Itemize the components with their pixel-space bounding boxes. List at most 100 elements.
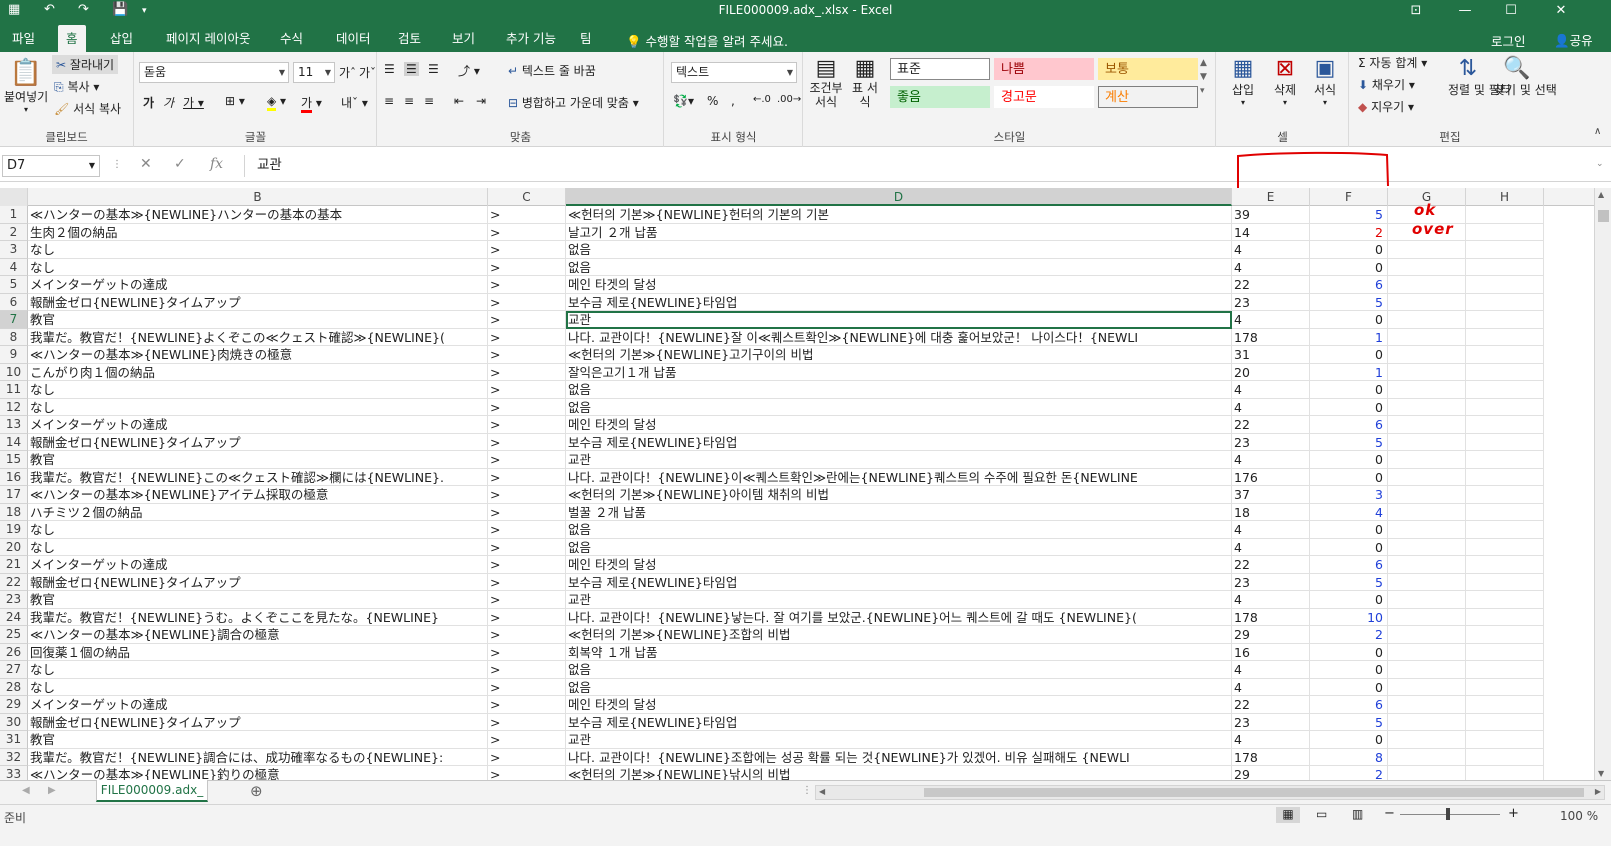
cell-g[interactable]	[1388, 328, 1466, 346]
cell-e[interactable]: 20	[1232, 363, 1310, 381]
wrap-text-button[interactable]: ↵ 텍스트 줄 바꿈	[508, 62, 596, 79]
row-header[interactable]: 33	[0, 766, 28, 780]
row-header[interactable]: 28	[0, 678, 28, 696]
cell-g[interactable]	[1388, 258, 1466, 276]
number-format-select[interactable]: 텍스트 ▼	[671, 62, 797, 83]
cell-d[interactable]: ≪헌터의 기본≫{NEWLINE}고기구이의 비법	[566, 346, 1232, 364]
cell-h[interactable]	[1466, 573, 1544, 591]
cell-d[interactable]: ≪헌터의 기본≫{NEWLINE}아이템 채취의 비법	[566, 486, 1232, 504]
cell-h[interactable]	[1466, 556, 1544, 574]
cell-g[interactable]	[1388, 433, 1466, 451]
cell-b[interactable]: なし	[28, 241, 488, 259]
zoom-slider[interactable]	[1400, 814, 1500, 815]
row-header[interactable]: 10	[0, 363, 28, 381]
vertical-scrollbar[interactable]: ▲ ▼	[1594, 188, 1611, 780]
cell-d[interactable]: 없음	[566, 661, 1232, 679]
column-header-f[interactable]: F	[1310, 188, 1388, 206]
cell-b[interactable]: なし	[28, 538, 488, 556]
cell-c[interactable]: >	[488, 451, 566, 469]
cell-e[interactable]: 23	[1232, 433, 1310, 451]
row-header[interactable]: 6	[0, 293, 28, 311]
cell-c[interactable]: >	[488, 363, 566, 381]
scroll-right-icon[interactable]: ▶	[1595, 787, 1601, 796]
cell-d[interactable]: 메인 타겟의 달성	[566, 556, 1232, 574]
cell-h[interactable]	[1466, 626, 1544, 644]
row-header[interactable]: 31	[0, 731, 28, 749]
cell-g[interactable]	[1388, 521, 1466, 539]
cell-b[interactable]: 報酬金ゼロ{NEWLINE}タイムアップ	[28, 433, 488, 451]
tab-view[interactable]: 보기	[444, 25, 483, 52]
conditional-format-button[interactable]: ▤ 조건부 서식	[808, 56, 844, 109]
cell-b[interactable]: なし	[28, 661, 488, 679]
cell-h[interactable]	[1466, 678, 1544, 696]
horizontal-scroll-thumb[interactable]	[924, 788, 1584, 797]
cell-g[interactable]	[1388, 486, 1466, 504]
cell-c[interactable]: >	[488, 731, 566, 749]
cell-b[interactable]: 我輩だ。教官だ！{NEWLINE}この≪クェスト確認≫欄には{NEWLINE}.	[28, 468, 488, 486]
cell-c[interactable]: >	[488, 311, 566, 329]
cell-e[interactable]: 176	[1232, 468, 1310, 486]
format-as-table-button[interactable]: ▦ 표 서식	[848, 56, 882, 109]
horizontal-scrollbar[interactable]: ◀ ▶	[815, 785, 1605, 800]
cell-e[interactable]: 178	[1232, 608, 1310, 626]
cell-g[interactable]	[1388, 591, 1466, 609]
cell-f[interactable]: 0	[1310, 468, 1388, 486]
cell-h[interactable]	[1466, 521, 1544, 539]
cell-h[interactable]	[1466, 416, 1544, 434]
cell-h[interactable]	[1466, 591, 1544, 609]
row-header[interactable]: 20	[0, 538, 28, 556]
cell-d[interactable]: 교관	[566, 311, 1232, 329]
close-button[interactable]: ✕	[1538, 1, 1584, 21]
cell-style-3[interactable]: 좋음	[890, 86, 990, 108]
cell-style-0[interactable]: 표준	[890, 58, 990, 80]
cell-g[interactable]	[1388, 503, 1466, 521]
row-header[interactable]: 15	[0, 451, 28, 469]
tab-home[interactable]: 홈	[58, 25, 86, 52]
cell-h[interactable]	[1466, 398, 1544, 416]
row-header[interactable]: 14	[0, 433, 28, 451]
cell-g[interactable]	[1388, 241, 1466, 259]
cell-e[interactable]: 4	[1232, 591, 1310, 609]
cell-e[interactable]: 4	[1232, 311, 1310, 329]
cell-f[interactable]: 0	[1310, 451, 1388, 469]
cell-e[interactable]: 4	[1232, 451, 1310, 469]
cell-g[interactable]	[1388, 398, 1466, 416]
row-header[interactable]: 16	[0, 468, 28, 486]
cell-f[interactable]: 0	[1310, 258, 1388, 276]
sheet-tab-file000009[interactable]: FILE000009.adx_	[96, 780, 208, 802]
cell-g[interactable]	[1388, 346, 1466, 364]
bold-icon[interactable]: 가	[143, 94, 154, 111]
expand-formula-bar-icon[interactable]: ⌄	[1596, 159, 1604, 169]
cell-e[interactable]: 22	[1232, 556, 1310, 574]
column-header-h[interactable]: H	[1466, 188, 1544, 206]
cell-f[interactable]: 1	[1310, 328, 1388, 346]
cell-f[interactable]: 0	[1310, 241, 1388, 259]
cell-b[interactable]: 教官	[28, 311, 488, 329]
cell-h[interactable]	[1466, 311, 1544, 329]
cell-d[interactable]: 메인 타겟의 달성	[566, 696, 1232, 714]
cell-style-2[interactable]: 보통	[1098, 58, 1198, 80]
cell-f[interactable]: 0	[1310, 643, 1388, 661]
cell-f[interactable]: 1	[1310, 363, 1388, 381]
column-header-b[interactable]: B	[28, 188, 488, 206]
cell-b[interactable]: 生肉２個の納品	[28, 223, 488, 241]
orientation-icon[interactable]: ⤴ ▾	[458, 62, 480, 79]
clear-button[interactable]: ◆ 지우기 ▾	[1358, 98, 1414, 115]
row-header[interactable]: 13	[0, 416, 28, 434]
cell-h[interactable]	[1466, 223, 1544, 241]
cell-b[interactable]: なし	[28, 258, 488, 276]
cell-f[interactable]: 4	[1310, 503, 1388, 521]
find-select-button[interactable]: 🔍 찾기 및 선택	[1494, 56, 1557, 98]
next-sheet-icon[interactable]: ▶	[48, 785, 56, 796]
cell-d[interactable]: 회복약 １개 납품	[566, 643, 1232, 661]
column-header-d[interactable]: D	[566, 188, 1232, 206]
tab-page-layout[interactable]: 페이지 레이아웃	[158, 25, 258, 52]
cell-e[interactable]: 4	[1232, 381, 1310, 399]
select-all-corner[interactable]	[0, 188, 28, 206]
cell-c[interactable]: >	[488, 591, 566, 609]
new-sheet-icon[interactable]: ⊕	[250, 782, 263, 800]
cell-b[interactable]: 教官	[28, 591, 488, 609]
cell-d[interactable]: 교관	[566, 731, 1232, 749]
cell-f[interactable]: 0	[1310, 661, 1388, 679]
cell-c[interactable]: >	[488, 503, 566, 521]
